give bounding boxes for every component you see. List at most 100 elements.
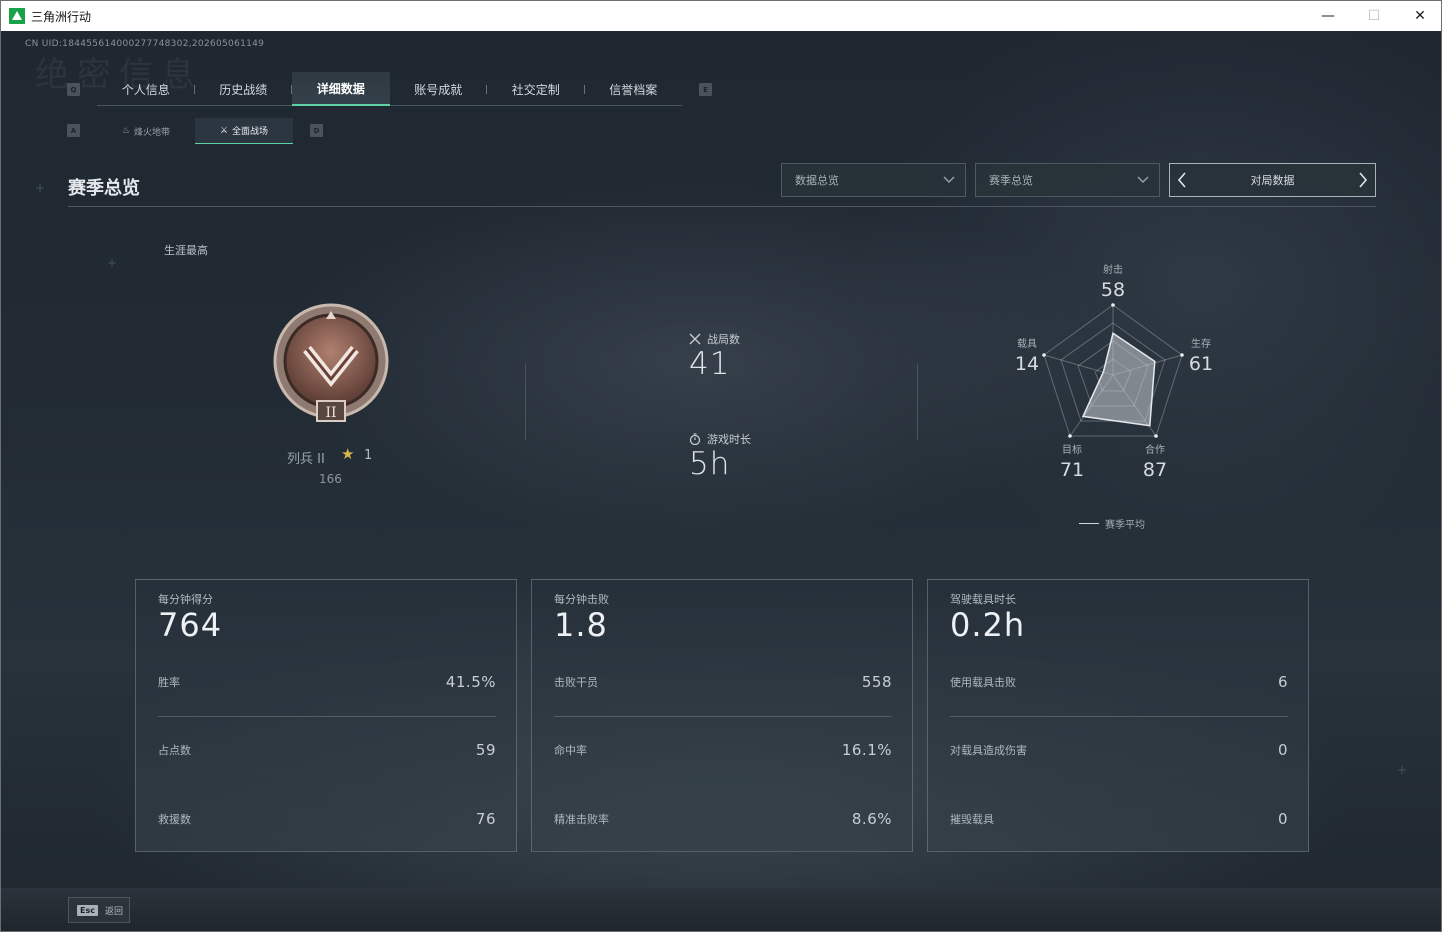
radar-value-survival: 61: [1188, 353, 1214, 375]
card-divider: [158, 716, 496, 717]
card-divider: [554, 716, 892, 717]
card-divider: [950, 716, 1288, 717]
close-button[interactable]: ✕: [1397, 1, 1441, 31]
season-overview-dropdown[interactable]: 赛季总览: [975, 163, 1160, 197]
hazard-zone-icon: ♨: [121, 126, 131, 136]
warfare-icon: ⚔: [219, 125, 229, 136]
chevron-down-icon: [943, 176, 955, 183]
dropdown-value: 数据总览: [795, 174, 839, 187]
tab-achievements[interactable]: 账号成就: [390, 72, 487, 106]
prev-subtab-key-hint[interactable]: A: [67, 124, 80, 137]
prev-tab-key-hint[interactable]: Q: [67, 83, 80, 96]
stat-row-label: 占点数: [158, 744, 191, 757]
tab-label: 社交定制: [511, 82, 560, 97]
maximize-button[interactable]: ☐: [1351, 1, 1397, 31]
stat-row-value: 8.6%: [851, 810, 892, 828]
app-logo-icon: [9, 8, 25, 24]
subtab-hazard-zone[interactable]: ♨ 烽火地带: [97, 118, 195, 144]
stat-row: 占点数 59: [158, 740, 496, 760]
next-tab-key-hint[interactable]: E: [699, 83, 712, 96]
stat-row-label: 对载具造成伤害: [950, 744, 1027, 757]
radar-label-objective: 目标: [1062, 445, 1082, 456]
stat-row-label: 精准击败率: [554, 813, 609, 826]
radar-value-teamwork: 87: [1142, 459, 1168, 481]
stat-row: 精准击败率 8.6%: [554, 809, 892, 829]
section-divider: [68, 206, 1376, 207]
stat-row-label: 命中率: [554, 744, 587, 757]
combat-stats-card: 每分钟击败 1.8 击败干员 558 命中率 16.1% 精准击败率 8.6%: [531, 579, 913, 852]
stat-row: 击败干员 558: [554, 672, 892, 692]
chevron-left-icon[interactable]: [1176, 171, 1188, 189]
stat-row-value: 41.5%: [445, 673, 496, 691]
stat-row: 救援数 76: [158, 809, 496, 829]
stat-row-label: 摧毁载具: [950, 813, 994, 826]
radar-value-area: [1081, 331, 1156, 427]
playtime-label: 游戏时长: [689, 431, 751, 447]
vertical-divider: [525, 364, 526, 440]
main-tabs: 个人信息 历史战绩 详细数据 账号成就 社交定制 信誉档案: [97, 72, 682, 106]
tab-label: 信誉档案: [609, 82, 658, 97]
rank-name: 列兵 II: [287, 452, 325, 467]
tab-reputation[interactable]: 信誉档案: [585, 72, 683, 106]
tab-personal-info[interactable]: 个人信息: [97, 72, 195, 106]
ability-radar-chart: [1042, 303, 1184, 438]
chevron-right-icon[interactable]: [1357, 171, 1369, 189]
data-overview-dropdown[interactable]: 数据总览: [781, 163, 966, 197]
subtab-label: 全面战场: [232, 127, 269, 137]
tab-label: 详细数据: [316, 81, 365, 96]
stat-row-value: 558: [861, 673, 892, 691]
stat-row-value: 0: [1277, 741, 1288, 759]
subtab-label: 烽火地带: [134, 127, 171, 138]
back-button[interactable]: Esc 返回: [68, 897, 130, 923]
dropdown-value: 赛季总览: [989, 174, 1033, 187]
star-icon: ★: [341, 445, 355, 463]
mode-subtabs: ♨ 烽火地带 ⚔ 全面战场: [97, 118, 293, 144]
stat-row: 命中率 16.1%: [554, 740, 892, 760]
radar-value-shooting: 58: [1100, 279, 1126, 301]
tab-history[interactable]: 历史战绩: [195, 72, 292, 106]
playtime-value: 5h: [689, 446, 731, 482]
tab-detailed-data[interactable]: 详细数据: [292, 72, 390, 106]
chevron-down-icon: [1137, 176, 1149, 183]
star-count: 1: [364, 448, 373, 463]
next-subtab-key-hint[interactable]: D: [310, 124, 323, 137]
score-stats-card: 每分钟得分 764 胜率 41.5% 占点数 59 救援数 76: [135, 579, 517, 852]
title-bar: 三角洲行动 — ☐ ✕: [1, 1, 1441, 31]
stat-row-label: 使用载具击败: [950, 676, 1016, 689]
legend-label: 赛季平均: [1105, 520, 1145, 531]
card-head-label: 驾驶载具时长: [950, 593, 1016, 606]
career-best-label: 生涯最高: [164, 244, 208, 257]
bottom-bar: [1, 888, 1441, 931]
match-data-pager: 对局数据: [1169, 163, 1376, 197]
subtab-warfare[interactable]: ⚔ 全面战场: [195, 118, 293, 144]
stat-row-value: 6: [1277, 673, 1288, 691]
radar-label-survival: 生存: [1191, 339, 1211, 350]
section-title: 赛季总览: [68, 178, 140, 199]
radar-label-vehicle: 载具: [1017, 339, 1037, 350]
stat-row: 摧毁载具 0: [950, 809, 1288, 829]
badge-tier-text: II: [325, 405, 336, 421]
stat-row: 使用载具击败 6: [950, 672, 1288, 692]
card-head-value: 764: [158, 606, 223, 644]
crosshair-deco-icon: +: [1397, 763, 1408, 777]
stat-row-value: 76: [475, 810, 496, 828]
card-head-label: 每分钟得分: [158, 593, 213, 606]
game-screen: CN UID:184455614000277748302,20260506114…: [1, 31, 1441, 931]
back-label: 返回: [104, 906, 123, 917]
minimize-button[interactable]: —: [1305, 1, 1351, 31]
crossed-swords-icon: [689, 333, 701, 345]
stat-row: 胜率 41.5%: [158, 672, 496, 692]
stat-row-label: 击败干员: [554, 676, 598, 689]
radar-value-vehicle: 14: [1014, 353, 1040, 375]
matches-label: 战局数: [689, 331, 740, 347]
stat-row-value: 16.1%: [841, 741, 892, 759]
esc-key-icon: Esc: [77, 904, 98, 916]
card-head-value: 0.2h: [950, 606, 1026, 644]
card-head-label: 每分钟击败: [554, 593, 609, 606]
tab-social[interactable]: 社交定制: [487, 72, 585, 106]
legend-line: [1079, 523, 1099, 524]
stat-row-value: 0: [1277, 810, 1288, 828]
rank-badge-icon: II: [273, 303, 389, 422]
stat-row-label: 胜率: [158, 676, 180, 689]
tab-label: 历史战绩: [219, 82, 268, 97]
